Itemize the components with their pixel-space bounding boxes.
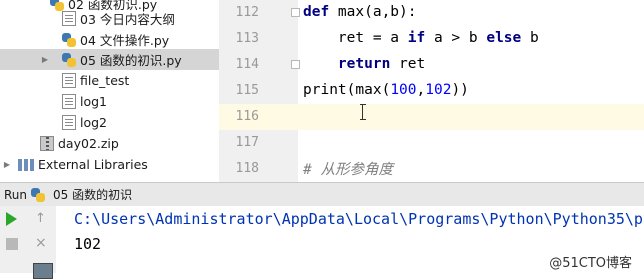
python-file-icon [62, 32, 76, 47]
code-keyword: else [486, 30, 522, 46]
text-file-icon [62, 115, 76, 130]
project-tree: 02 函数初识.py 03 今日内容大纲 04 文件操作.py ▶ 05 函数的… [0, 0, 219, 182]
code-comment: # 从形参角度 [303, 162, 393, 178]
tree-item-day02-zip[interactable]: day02.zip [0, 133, 219, 154]
tree-item-log2[interactable]: log2 [0, 112, 219, 133]
line-number: 112 [235, 5, 259, 20]
line-number: 116 [235, 109, 259, 124]
code-line-113: ret = a if a > b else b [303, 30, 539, 46]
zip-file-icon [40, 136, 54, 151]
run-window-header: Run 05 函数的初识 [0, 182, 644, 206]
tree-item-log1[interactable]: log1 [0, 91, 219, 112]
run-label: Run [4, 187, 28, 202]
fold-marker-icon[interactable] [291, 8, 300, 17]
code-keyword: return [337, 56, 391, 72]
library-icon [18, 157, 34, 172]
line-number: 113 [235, 31, 259, 46]
run-tab-title[interactable]: 05 函数的初识 [53, 186, 132, 203]
code-line-comment: # 从形参角度 [303, 158, 393, 179]
tree-item-external-libraries[interactable]: ▶ External Libraries [0, 154, 219, 175]
code-text: print(max( [303, 82, 391, 98]
tree-item-05-selected[interactable]: ▶ 05 函数的初识.py [0, 49, 219, 70]
text-file-icon [62, 94, 76, 109]
code-number: 102 [425, 82, 452, 98]
python-file-icon [31, 187, 46, 202]
tree-item-label: 04 文件操作.py [80, 33, 170, 48]
close-icon[interactable]: × [35, 236, 49, 250]
python-file-icon [62, 52, 76, 67]
code-line-112: def max(a,b): [303, 4, 417, 20]
code-text: ret = a [303, 30, 408, 46]
console-command-path: C:\Users\Administrator\AppData\Local\Pro… [74, 210, 644, 228]
watermark: @51CTO博客 [549, 256, 632, 271]
code-keyword: if [407, 30, 426, 46]
fold-marker-icon[interactable] [291, 60, 300, 69]
tree-item-label: External Libraries [38, 157, 148, 172]
tree-item-label: 03 今日内容大纲 [80, 12, 175, 27]
code-text: a > b [425, 30, 487, 46]
up-arrow-icon[interactable]: ↑ [35, 212, 49, 226]
tree-item-label: 05 函数的初识.py [80, 53, 182, 68]
console-result: 102 [74, 235, 102, 253]
print-icon[interactable] [33, 263, 53, 279]
run-toolbar: ↑ × [0, 206, 56, 279]
text-cursor-icon [360, 104, 366, 120]
code-keyword: def [303, 4, 330, 20]
text-file-icon [62, 73, 76, 88]
code-text: b [521, 30, 539, 46]
line-number: 114 [235, 57, 259, 72]
line-number: 118 [235, 161, 259, 176]
expand-arrow-icon[interactable]: ▶ [40, 55, 50, 64]
code-text: max(a,b): [329, 4, 417, 20]
current-line-highlight [219, 104, 644, 130]
tree-item-04[interactable]: 04 文件操作.py [0, 29, 219, 50]
code-line-115: print(max(100,102)) [303, 82, 469, 98]
tree-item-label: file_test [80, 73, 130, 88]
expand-arrow-icon[interactable]: ▶ [2, 160, 12, 169]
text-file-icon [62, 11, 76, 26]
code-text: , [416, 82, 426, 98]
code-number: 100 [390, 82, 417, 98]
stop-icon[interactable] [6, 238, 18, 250]
line-number: 117 [235, 135, 259, 150]
tree-item-label: log1 [80, 94, 108, 109]
tree-item-label: log2 [80, 115, 108, 130]
tree-item-03[interactable]: 03 今日内容大纲 [0, 8, 219, 29]
code-line-114: return ret [303, 56, 425, 72]
tree-item-file-test[interactable]: file_test [0, 70, 219, 91]
tree-item-label: day02.zip [58, 136, 119, 151]
code-text: ret [390, 56, 426, 72]
line-number: 115 [235, 83, 259, 98]
rerun-play-icon[interactable] [6, 212, 17, 226]
code-text: )) [451, 82, 469, 98]
